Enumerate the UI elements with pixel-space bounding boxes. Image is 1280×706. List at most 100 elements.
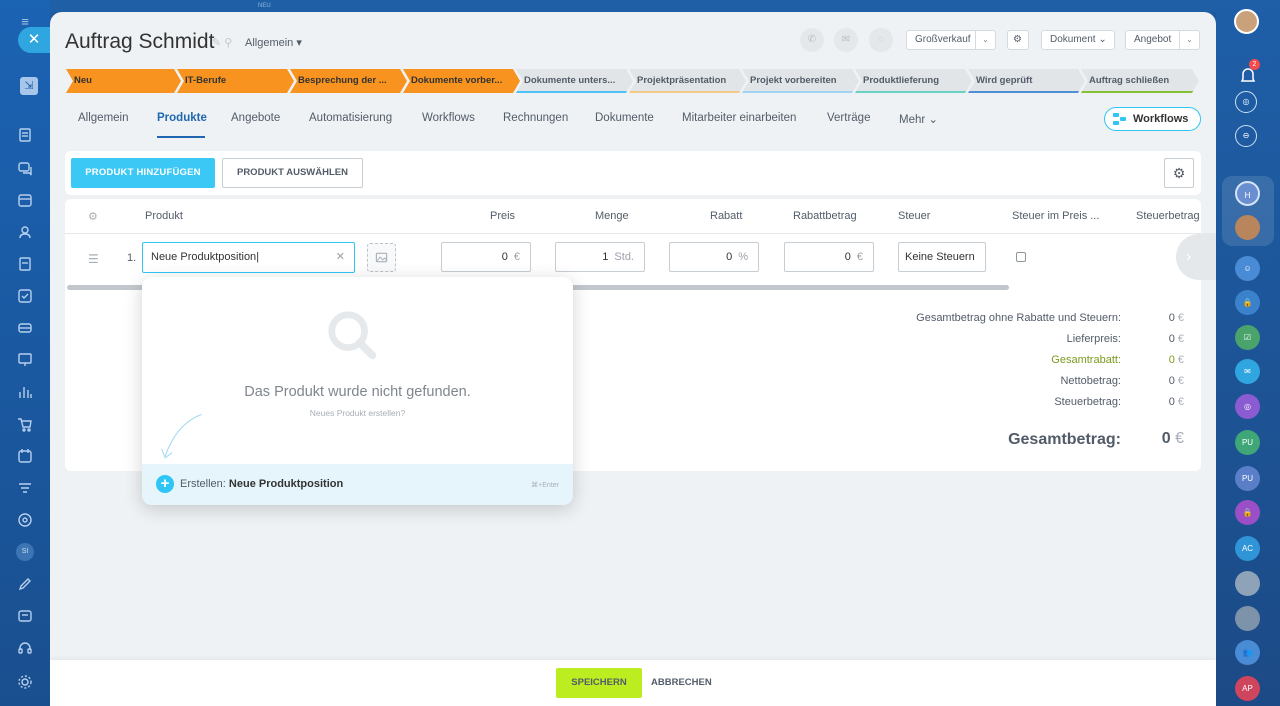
group-chat-avatar[interactable]: 👥 <box>1235 640 1260 665</box>
offer-button[interactable]: Angebot ⌄ <box>1125 30 1200 50</box>
shortcut-hint: ⌘+Enter <box>531 482 559 489</box>
tax-select[interactable]: Keine Steuern <box>898 242 986 272</box>
stage-item[interactable]: Wird geprüft <box>968 69 1085 93</box>
chat-avatar[interactable]: H <box>1235 181 1260 206</box>
tab-mitarbeiter-einarbeiten[interactable]: Mitarbeiter einarbeiten <box>682 112 796 124</box>
chat-avatar[interactable]: AC <box>1235 536 1260 561</box>
profile-avatar[interactable] <box>1234 9 1259 34</box>
cancel-button[interactable]: ABBRECHEN <box>651 668 712 698</box>
total-value: 0 € <box>1168 333 1184 345</box>
analytics-icon[interactable] <box>17 384 33 400</box>
drive-icon[interactable] <box>17 320 33 336</box>
stage-item[interactable]: Besprechung der ... <box>290 69 407 93</box>
contacts-icon[interactable] <box>17 224 33 240</box>
total-label: Gesamtrabatt: <box>1051 354 1121 366</box>
search-chat-icon[interactable]: ⊖ <box>1235 125 1257 147</box>
settings-button[interactable]: ⚙ <box>1007 30 1029 50</box>
tab-dokumente[interactable]: Dokumente <box>595 112 654 124</box>
product-name-input[interactable]: Neue Produktposition| ✕ <box>142 242 355 273</box>
chat-avatar[interactable]: PU <box>1235 466 1260 491</box>
chat-avatar[interactable]: AP <box>1235 676 1260 701</box>
edit-icon[interactable]: ✎ ⚲ <box>212 36 232 49</box>
category-selector[interactable]: Allgemein ▾ <box>245 36 302 49</box>
grand-total-value: 0 € <box>1161 430 1184 447</box>
spiral-chat-avatar[interactable]: ◎ <box>1235 394 1260 419</box>
stage-item[interactable]: Neu <box>66 69 181 93</box>
quantity-input[interactable]: 1 Std. <box>555 242 645 272</box>
clear-icon[interactable]: ✕ <box>336 243 345 272</box>
calendar-icon[interactable] <box>17 192 33 208</box>
phone-icon[interactable]: ✆ <box>800 28 824 52</box>
select-product-button[interactable]: PRODUKT AUSWÄHLEN <box>222 158 363 188</box>
save-button[interactable]: SPEICHERN <box>556 668 642 698</box>
automation-icon[interactable] <box>17 480 33 496</box>
workflows-icon <box>1113 113 1126 125</box>
tab-automatisierung[interactable]: Automatisierung <box>309 112 392 124</box>
scroll-right-icon[interactable]: › <box>1176 234 1216 280</box>
stage-item[interactable]: Produktlieferung <box>855 69 972 93</box>
user-avatar[interactable]: SI <box>16 543 34 561</box>
tab-angebote[interactable]: Angebote <box>231 112 280 124</box>
lock-chat-avatar[interactable]: 🔒 <box>1235 500 1260 525</box>
discount-amount-input[interactable]: 0 € <box>784 242 874 272</box>
tax-included-checkbox[interactable] <box>1016 252 1026 262</box>
chat-avatar[interactable] <box>1235 215 1260 240</box>
plus-icon: + <box>156 475 174 493</box>
booking-icon[interactable] <box>17 448 33 464</box>
price-input[interactable]: 0 € <box>441 242 531 272</box>
image-placeholder-icon[interactable] <box>367 243 396 272</box>
document-label: Dokument <box>1050 34 1096 45</box>
stage-item[interactable]: Auftrag schließen <box>1081 69 1199 93</box>
stage-item[interactable]: Dokumente unters... <box>516 69 633 93</box>
chevron-down-icon: ⌄ <box>1098 34 1107 45</box>
create-product-option[interactable]: + Erstellen: Neue Produktposition ⌘+Ente… <box>142 464 573 505</box>
target-icon[interactable] <box>17 512 33 528</box>
discount-input[interactable]: 0% <box>669 242 759 272</box>
tab-allgemein[interactable]: Allgemein <box>78 112 129 124</box>
headset-icon[interactable] <box>17 640 33 656</box>
stage-item[interactable]: IT-Berufe <box>177 69 294 93</box>
stage-item[interactable]: Projekt vorbereiten <box>742 69 859 93</box>
settings-icon[interactable] <box>17 674 33 690</box>
chat-avatar[interactable]: PU <box>1235 430 1260 455</box>
signature-icon[interactable] <box>17 576 33 592</box>
column-settings-icon[interactable]: ⚙ <box>88 210 98 223</box>
active-tab-indicator <box>157 136 205 138</box>
tab-produkte[interactable]: Produkte <box>157 112 207 124</box>
gear-icon[interactable]: ⚙ <box>1164 158 1194 188</box>
tab-vertraege[interactable]: Verträge <box>827 112 870 124</box>
chat-icon[interactable] <box>17 160 33 176</box>
mail-icon[interactable]: ✉ <box>834 28 858 52</box>
task-chat-avatar[interactable]: ☑ <box>1235 325 1260 350</box>
pipeline-selector[interactable]: Großverkauf ⌄ <box>906 30 996 50</box>
feed-icon[interactable] <box>17 127 33 143</box>
chat-avatar[interactable]: ☺ <box>1235 256 1260 281</box>
tab-rechnungen[interactable]: Rechnungen <box>503 112 568 124</box>
tasks-icon[interactable] <box>17 288 33 304</box>
lock-icon[interactable]: 🔒 <box>1235 290 1260 315</box>
shop-cart-icon[interactable] <box>17 416 33 432</box>
workflows-label: Workflows <box>1133 113 1189 125</box>
card-icon[interactable] <box>17 608 33 624</box>
tab-workflows[interactable]: Workflows <box>422 112 475 124</box>
stage-item[interactable]: Projektpräsentation <box>629 69 746 93</box>
close-slider-button[interactable]: ✕ <box>18 27 50 53</box>
chat-avatar[interactable] <box>1235 571 1260 596</box>
column-header: Rabattbetrag <box>793 210 857 222</box>
chevron-down-icon: ⌄ <box>1179 31 1199 49</box>
message-chat-avatar[interactable]: ✉ <box>1235 359 1260 384</box>
board-icon[interactable] <box>17 352 33 368</box>
document-button[interactable]: Dokument ⌄ <box>1041 30 1115 50</box>
chat-avatar[interactable] <box>1235 606 1260 631</box>
total-label: Steuerbetrag: <box>1054 396 1121 408</box>
tab-mehr[interactable]: Mehr ⌄ <box>899 112 938 126</box>
workflows-button[interactable]: Workflows <box>1104 107 1201 131</box>
documents-icon[interactable] <box>17 256 33 272</box>
chat-icon[interactable]: ◌ <box>869 28 893 52</box>
stage-item[interactable]: Dokumente vorber... <box>403 69 520 93</box>
add-product-button[interactable]: PRODUKT HINZUFÜGEN <box>71 158 215 188</box>
spiral-icon[interactable]: ◎ <box>1235 91 1257 113</box>
right-sidebar: 2 ◎ ⊖ H ☺ 🔒 ☑ ✉ ◎ PU PU 🔒 AC 👥 AP <box>1216 0 1280 706</box>
drag-handle-icon[interactable]: ☰ <box>88 252 99 266</box>
collapse-icon[interactable]: ⇲ <box>20 77 38 95</box>
